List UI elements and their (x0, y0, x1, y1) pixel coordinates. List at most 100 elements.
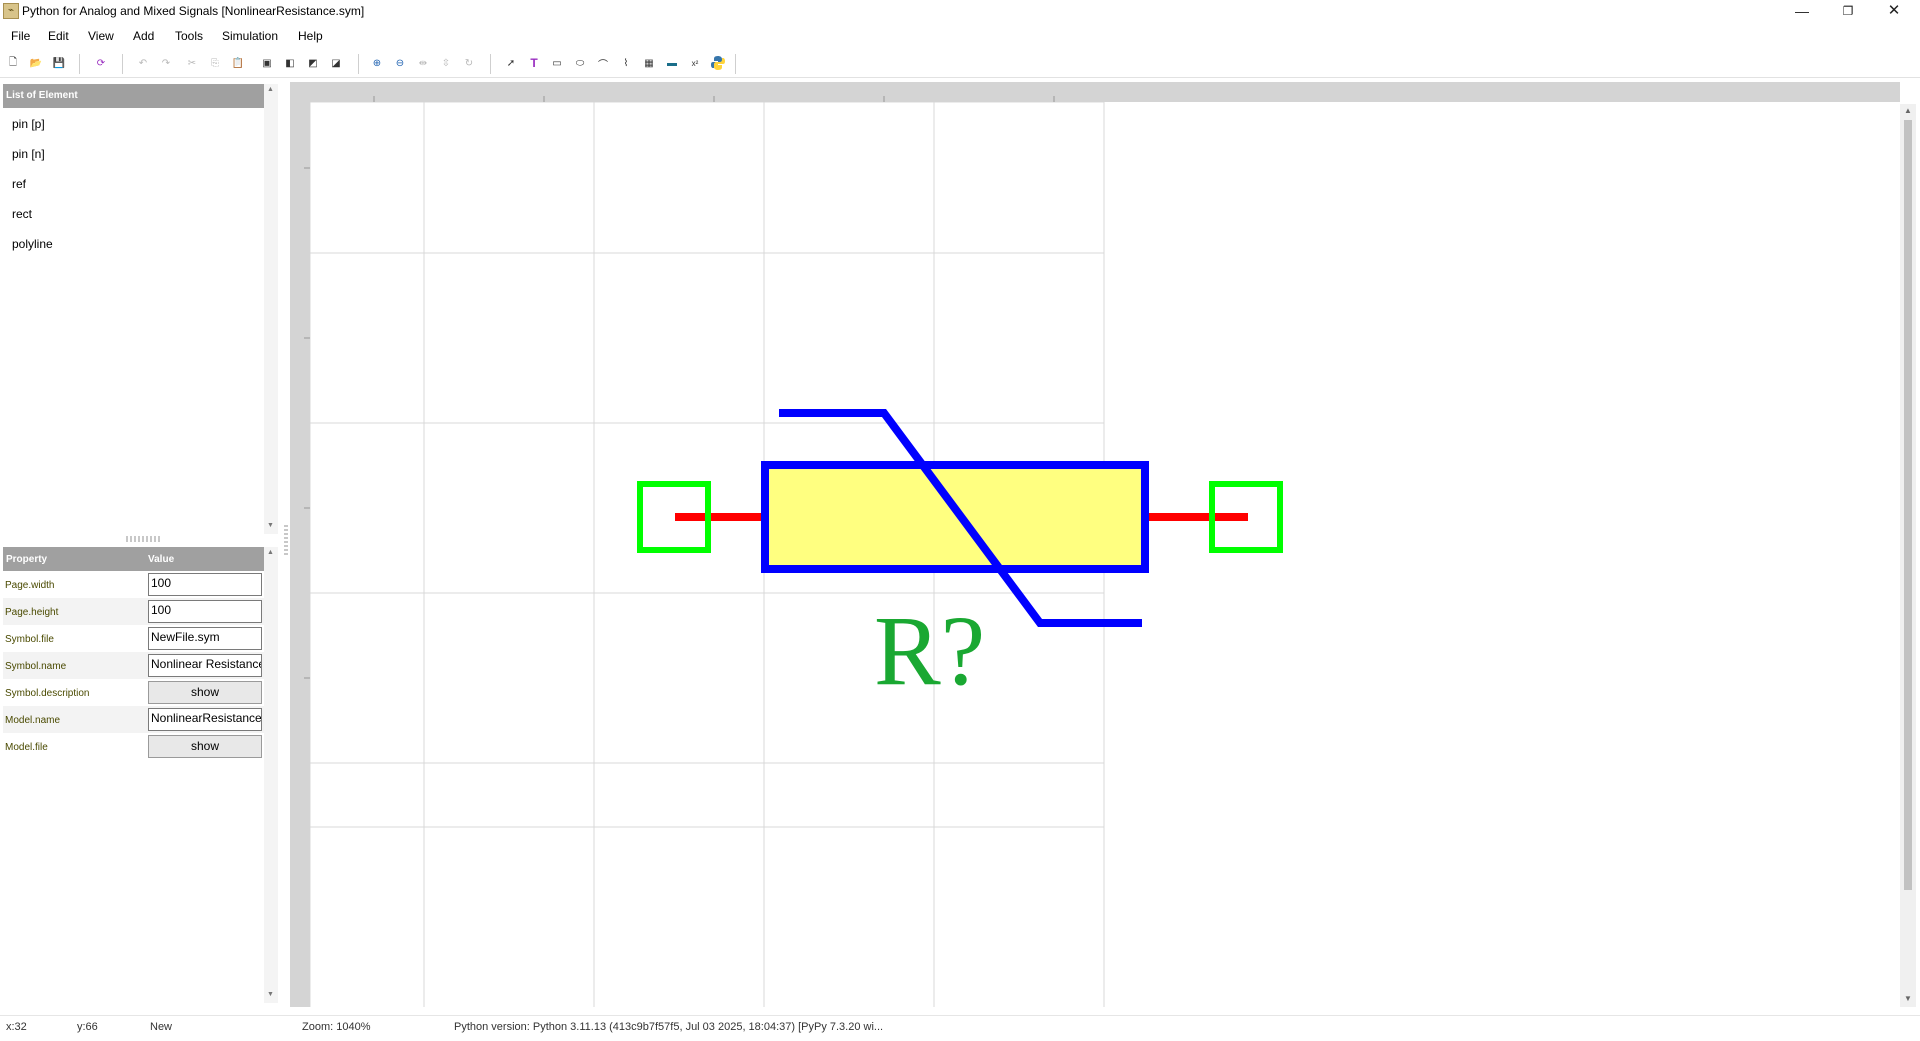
element-item-rect[interactable]: rect (12, 207, 32, 221)
window-title: Python for Analog and Mixed Signals [Non… (22, 4, 365, 18)
menu-view[interactable]: View (88, 29, 114, 43)
property-value-input[interactable]: 100 (148, 573, 262, 596)
status-x: x:32 (6, 1021, 27, 1033)
property-name: Symbol.name (5, 661, 67, 672)
cut-icon[interactable]: ✂ (183, 54, 201, 72)
property-row: Symbol.name Nonlinear Resistance (3, 652, 264, 679)
redo-icon[interactable]: ↷ (157, 54, 175, 72)
property-row: Symbol.description show (3, 679, 264, 706)
app-icon: ⌁ (3, 3, 19, 19)
canvas-vertical-scrollbar[interactable]: ▲ ▼ (1900, 104, 1916, 1007)
undo-icon[interactable]: ↶ (134, 54, 152, 72)
image-icon[interactable]: ▦ (640, 54, 658, 72)
rotate-icon[interactable]: ↻ (460, 54, 478, 72)
bring-front-icon[interactable]: ▣ (258, 54, 276, 72)
property-name: Model.name (5, 715, 61, 726)
status-python-version: Python version: Python 3.11.13 (413c9b7f… (454, 1021, 884, 1033)
copy-icon[interactable]: ⎘ (206, 54, 224, 72)
menu-bar: File Edit View Add Tools Simulation Help (0, 25, 1920, 47)
property-name: Page.height (5, 607, 59, 618)
menu-edit[interactable]: Edit (48, 29, 69, 43)
property-show-button[interactable]: show (148, 735, 262, 758)
menu-tools[interactable]: Tools (175, 29, 203, 43)
scroll-down-icon[interactable]: ▼ (267, 522, 274, 529)
scroll-up-icon[interactable]: ▲ (267, 549, 274, 556)
menu-help[interactable]: Help (298, 29, 323, 43)
menu-file[interactable]: File (11, 29, 30, 43)
paste-icon[interactable]: 📋 (229, 54, 247, 72)
restore-icon[interactable]: ❐ (1826, 0, 1870, 22)
menu-add[interactable]: Add (133, 29, 154, 43)
scrollbar-thumb[interactable] (1904, 120, 1912, 890)
canvas-drawing[interactable]: R? (290, 82, 1900, 1007)
refresh-symbol-icon[interactable]: ⟳ (92, 54, 110, 72)
send-back-icon[interactable]: ◧ (281, 54, 299, 72)
python-icon[interactable] (709, 54, 727, 72)
save-icon[interactable]: 💾 (50, 54, 68, 72)
resistor-body-rect (761, 461, 1149, 573)
property-value-input[interactable]: 100 (148, 600, 262, 623)
property-name: Page.width (5, 580, 55, 591)
pin-icon[interactable]: ▬ (663, 54, 681, 72)
symbol-canvas[interactable]: R? ▲ ▼ (290, 82, 1917, 1007)
property-value-input[interactable]: NewFile.sym (148, 627, 262, 650)
toolbar-separator (735, 54, 736, 74)
flip-vertical-icon[interactable]: ⇳ (437, 54, 455, 72)
property-name: Symbol.description (5, 688, 90, 699)
scroll-up-icon[interactable]: ▲ (1904, 106, 1912, 115)
toolbar-separator (358, 54, 359, 74)
select-pointer-icon[interactable]: ➚ (502, 54, 520, 72)
canvas-splitter-handle[interactable] (284, 525, 288, 555)
property-row: Symbol.file NewFile.sym (3, 625, 264, 652)
property-value-input[interactable]: NonlinearResistance (148, 708, 262, 731)
text-icon[interactable]: T (525, 54, 543, 72)
property-show-button[interactable]: show (148, 681, 262, 704)
status-y: y:66 (77, 1021, 98, 1033)
move-up-icon[interactable]: ◩ (304, 54, 322, 72)
close-icon[interactable]: ✕ (1872, 0, 1916, 22)
ruler-ticks (304, 96, 1055, 679)
ruler-left (290, 82, 310, 1007)
element-item-ref[interactable]: ref (12, 177, 26, 191)
status-bar: x:32 y:66 New Zoom: 1040% Python version… (0, 1015, 1920, 1039)
open-folder-icon[interactable]: 📂 (27, 54, 45, 72)
element-item-pin-p[interactable]: pin [p] (12, 117, 45, 131)
new-file-icon[interactable]: 🗋 (4, 54, 22, 72)
status-zoom: Zoom: 1040% (302, 1021, 371, 1033)
element-list-scrollbar[interactable]: ▲ ▼ (264, 84, 278, 534)
zoom-in-icon[interactable]: ⊕ (368, 54, 386, 72)
title-bar: ⌁ Python for Analog and Mixed Signals [N… (0, 0, 1920, 22)
element-list-header: List of Element (3, 84, 264, 108)
panel-splitter-handle[interactable] (126, 536, 162, 542)
element-item-pin-n[interactable]: pin [n] (12, 147, 45, 161)
toolbar-separator (122, 54, 123, 74)
element-item-polyline[interactable]: polyline (12, 237, 53, 251)
status-mode: New (150, 1021, 173, 1033)
zoom-out-icon[interactable]: ⊖ (391, 54, 409, 72)
equation-icon[interactable]: x² (686, 54, 704, 72)
minimize-icon[interactable]: — (1780, 0, 1824, 22)
toolbar-separator (490, 54, 491, 74)
scroll-down-icon[interactable]: ▼ (1904, 994, 1912, 1003)
property-panel: Property Value Page.width 100 Page.height 1… (3, 547, 264, 1003)
scroll-up-icon[interactable]: ▲ (267, 86, 274, 93)
property-row: Page.height 100 (3, 598, 264, 625)
property-scrollbar[interactable]: ▲ ▼ (264, 547, 278, 1003)
property-value-input[interactable]: Nonlinear Resistance (148, 654, 262, 677)
flip-horizontal-icon[interactable]: ⇹ (414, 54, 432, 72)
property-header: Property Value (3, 547, 264, 571)
toolbar-separator (79, 54, 80, 74)
rectangle-icon[interactable]: ▭ (548, 54, 566, 72)
property-row: Model.file show (3, 733, 264, 760)
ellipse-icon[interactable]: ⬭ (571, 54, 589, 72)
menu-simulation[interactable]: Simulation (222, 29, 278, 43)
polyline-icon[interactable]: ⌇ (617, 54, 635, 72)
move-down-icon[interactable]: ◪ (327, 54, 345, 72)
element-list-panel: List of Element pin [p] pin [n] ref rect… (3, 84, 264, 534)
arc-icon[interactable]: ⌒ (594, 54, 612, 72)
property-column-header: Property (6, 554, 48, 565)
ref-label: R? (874, 595, 985, 706)
property-name: Symbol.file (5, 634, 54, 645)
toolbar: 🗋 📂 💾 ⟳ ↶ ↷ ✂ ⎘ 📋 ▣ ◧ ◩ ◪ ⊕ ⊖ ⇹ ⇳ ↻ ➚ T … (0, 50, 1920, 78)
scroll-down-icon[interactable]: ▼ (267, 991, 274, 998)
